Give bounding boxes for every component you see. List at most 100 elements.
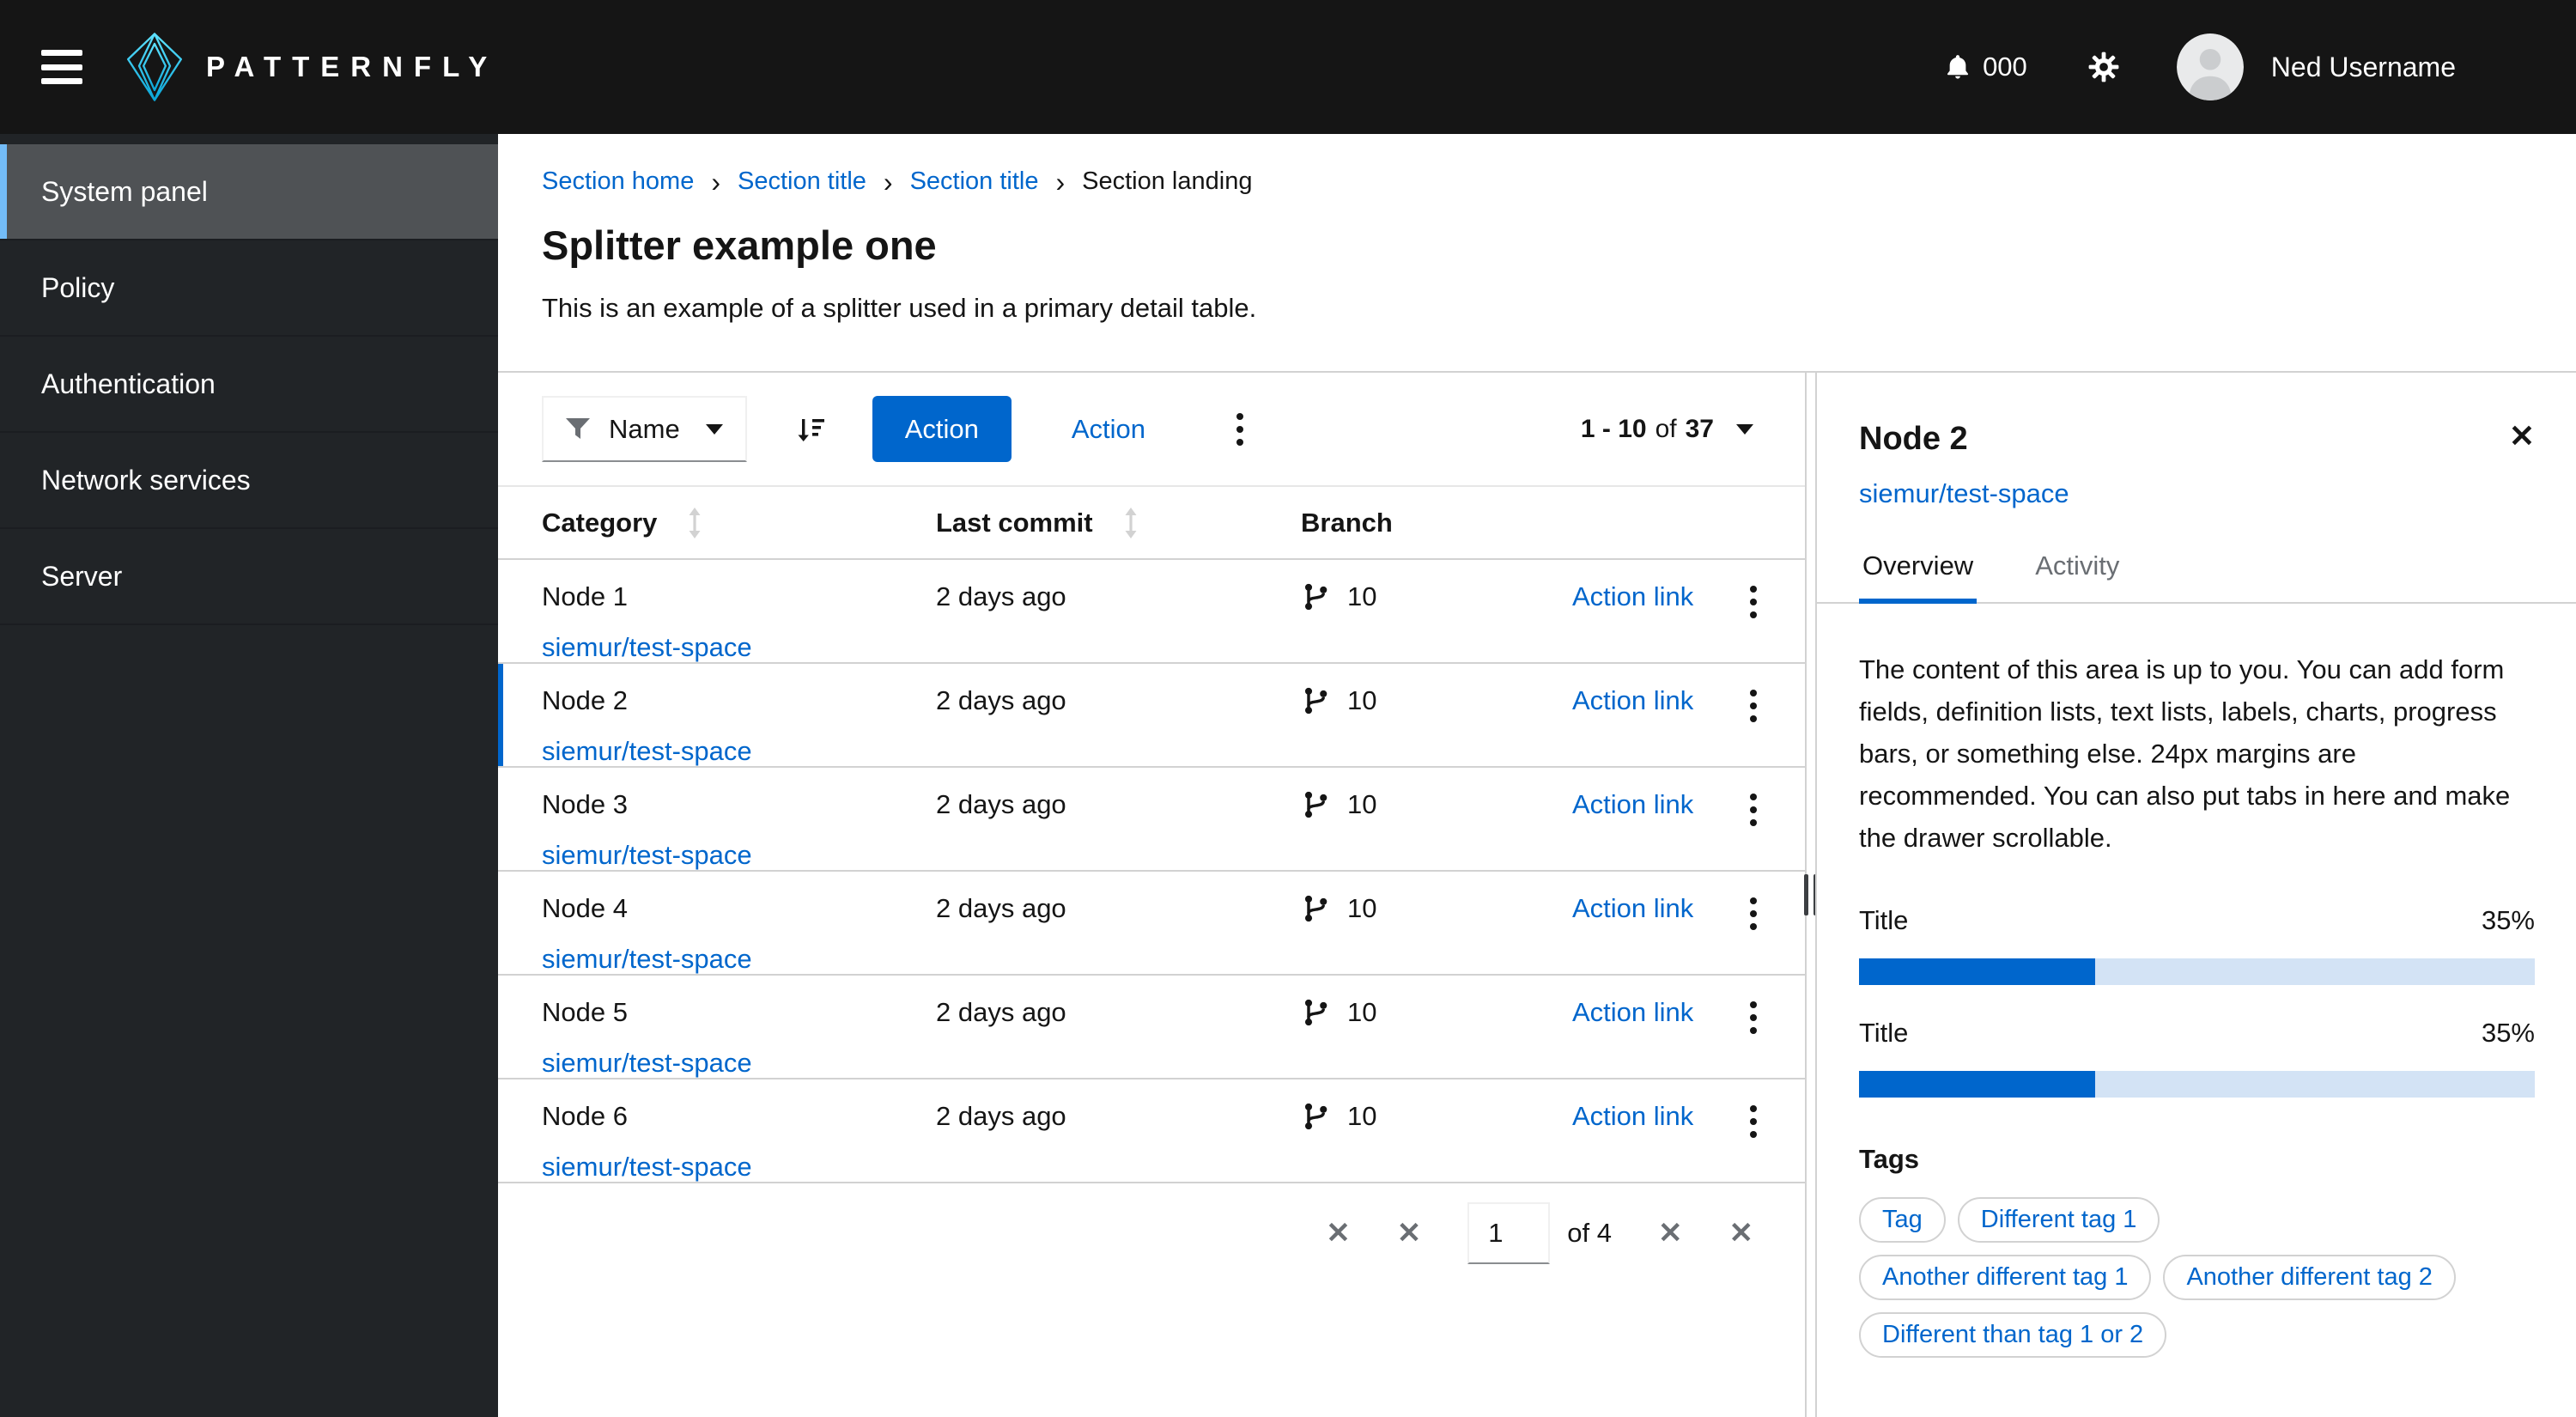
tag-pill[interactable]: Different tag 1 [1957,1197,2160,1243]
table-row[interactable]: Node 1 siemur/test-space 2 days ago 10 A… [498,560,1805,664]
table-panel: Name Action Action 1 - 10 of 37 Category… [498,373,1807,1417]
first-page-button[interactable]: ✕ [1326,1216,1351,1250]
row-kebab-menu[interactable] [1745,996,1762,1039]
breadcrumb-link[interactable]: Section home [542,167,694,196]
sort-button[interactable] [795,414,826,445]
table-row[interactable]: Node 2 siemur/test-space 2 days ago 10 A… [498,664,1805,768]
row-kebab-menu[interactable] [1745,788,1762,831]
row-workspace-link[interactable]: siemur/test-space [542,735,936,767]
row-name: Node 3 [542,789,628,819]
row-branch-count: 10 [1347,581,1377,611]
row-last-commit: 2 days ago [936,997,1066,1027]
row-workspace-link[interactable]: siemur/test-space [542,1151,936,1183]
row-branch-count: 10 [1347,893,1377,923]
brand: PATTERNFLY [124,33,498,101]
tag-pill[interactable]: Another different tag 2 [2163,1255,2456,1300]
kebab-icon [1750,1105,1757,1112]
row-workspace-link[interactable]: siemur/test-space [542,631,936,663]
row-kebab-menu[interactable] [1745,892,1762,935]
drawer-title: Node 2 [1859,421,1968,457]
code-branch-icon [1304,1103,1327,1130]
row-name: Node 6 [542,1101,628,1131]
tags-label: Tags [1859,1144,1920,1174]
row-workspace-link[interactable]: siemur/test-space [542,839,936,871]
table-row[interactable]: Node 3 siemur/test-space 2 days ago 10 A… [498,768,1805,872]
previous-page-button[interactable]: ✕ [1397,1216,1422,1250]
toolbar: Name Action Action 1 - 10 of 37 [498,373,1805,487]
close-icon[interactable]: ✕ [2509,421,2535,452]
row-action-link[interactable]: Action link [1572,893,1693,923]
drawer-tabs: Overview Activity [1817,550,2576,604]
primary-action-button[interactable]: Action [872,396,1012,462]
breadcrumb-link[interactable]: Section title [910,167,1039,196]
secondary-action-link[interactable]: Action [1072,414,1145,445]
row-workspace-link[interactable]: siemur/test-space [542,943,936,975]
progress-section: Title 35% Title 35% [1859,905,2535,1098]
current-page-input[interactable] [1467,1202,1551,1264]
row-branch-count: 10 [1347,789,1377,819]
sidebar-item-authentication[interactable]: Authentication [0,337,498,433]
row-workspace-link[interactable]: siemur/test-space [542,1047,936,1079]
sort-amount-icon [798,418,824,441]
sort-category-button[interactable] [686,507,703,538]
sort-both-icon [1125,507,1137,538]
app-window: PATTERNFLY 000 Ned Username System panel… [0,0,2576,1417]
tag-pill[interactable]: Different than tag 1 or 2 [1859,1312,2167,1358]
table-row[interactable]: Node 4 siemur/test-space 2 days ago 10 A… [498,872,1805,976]
last-page-button[interactable]: ✕ [1729,1216,1754,1250]
kebab-icon [1750,586,1757,593]
main-content: Section home › Section title › Section title… [498,134,2576,1417]
user-menu[interactable]: Ned Username [2271,52,2456,83]
nav-toggle-button[interactable] [41,50,82,84]
drawer-workspace-link[interactable]: siemur/test-space [1859,478,2069,509]
row-last-commit: 2 days ago [936,893,1066,923]
progress-label: Title [1859,905,1909,935]
notifications-button[interactable]: 000 [1943,51,2027,83]
row-action-link[interactable]: Action link [1572,685,1693,715]
splitter-handle[interactable] [1804,373,1818,1417]
drawer-tab-overview[interactable]: Overview [1859,550,1978,604]
drawer-tab-activity[interactable]: Activity [2032,550,2123,604]
kebab-icon [1750,897,1757,904]
tag-pill[interactable]: Another different tag 1 [1859,1255,2152,1300]
row-name: Node 1 [542,581,628,611]
avatar[interactable] [2176,33,2244,100]
sidebar-item-system-panel[interactable]: System panel [0,144,498,240]
progress-track [1859,1071,2535,1098]
sidebar-item-label: Policy [41,271,115,303]
column-header-category: Category [542,507,658,538]
settings-button[interactable] [2087,51,2120,83]
tag-pill[interactable]: Tag [1859,1197,1946,1243]
row-action-link[interactable]: Action link [1572,581,1693,611]
row-last-commit: 2 days ago [936,789,1066,819]
table-row[interactable]: Node 6 siemur/test-space 2 days ago 10 A… [498,1079,1805,1183]
sidebar-item-label: Server [41,560,123,592]
masthead: PATTERNFLY 000 Ned Username [0,0,2576,134]
code-branch-icon [1304,999,1327,1026]
row-action-link[interactable]: Action link [1572,789,1693,819]
code-branch-icon [1304,895,1327,922]
caret-down-icon [1736,423,1753,435]
row-action-link[interactable]: Action link [1572,1101,1693,1131]
page-description: This is an example of a splitter used in… [542,293,1257,323]
table-row[interactable]: Node 5 siemur/test-space 2 days ago 10 A… [498,976,1805,1079]
pagination-menu[interactable]: 1 - 10 of 37 [1581,415,1753,444]
toolbar-kebab-menu[interactable] [1231,408,1249,451]
breadcrumb-current: Section landing [1082,167,1253,195]
page-title: Splitter example one [542,222,937,268]
sidebar-item-policy[interactable]: Policy [0,240,498,337]
row-kebab-menu[interactable] [1745,581,1762,623]
patternfly-logo-icon [126,33,183,101]
sidebar-item-network-services[interactable]: Network services [0,433,498,529]
breadcrumb-separator-icon: › [883,167,893,198]
row-action-link[interactable]: Action link [1572,997,1693,1027]
sort-last-commit-button[interactable] [1122,507,1139,538]
row-kebab-menu[interactable] [1745,1100,1762,1143]
sidebar-item-label: System panel [41,175,208,207]
row-kebab-menu[interactable] [1745,684,1762,727]
next-page-button[interactable]: ✕ [1658,1216,1683,1250]
filter-dropdown[interactable]: Name [542,396,747,462]
breadcrumb-link[interactable]: Section title [738,167,866,196]
sidebar-item-label: Authentication [41,368,216,399]
sidebar-item-server[interactable]: Server [0,529,498,625]
